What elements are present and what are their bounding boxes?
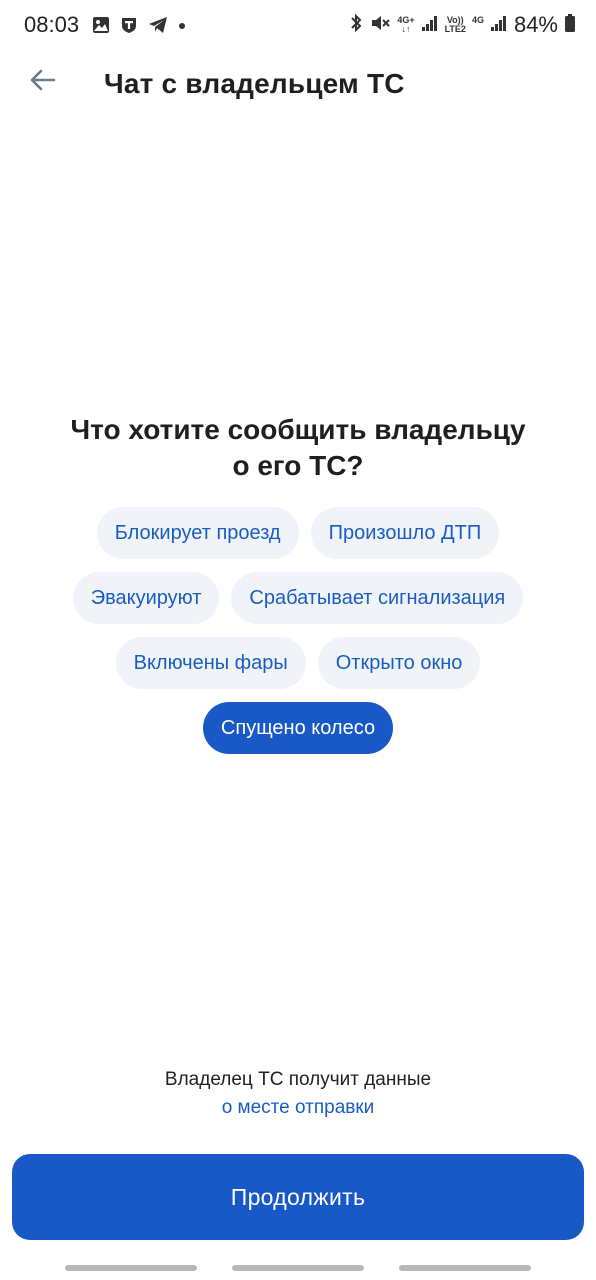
mute-icon	[369, 13, 391, 38]
status-time: 08:03	[24, 12, 80, 37]
chip-row: Включены фары Открыто окно	[115, 637, 481, 689]
system-nav-bar	[0, 1262, 596, 1274]
network-volte-label: Vo)) LTE2	[445, 16, 466, 34]
volte-bottom-text: LTE2	[444, 24, 466, 34]
location-info-link[interactable]: о месте отправки	[0, 1094, 596, 1122]
chip-window-open[interactable]: Открыто окно	[317, 637, 481, 689]
owner-note: Владелец ТС получит данные	[164, 1069, 432, 1090]
chip-flat-tire[interactable]: Спущено колесо	[202, 702, 394, 754]
back-button[interactable]	[22, 62, 62, 102]
status-notification-icons	[92, 16, 186, 39]
question-line-2: о его ТС?	[232, 450, 364, 481]
chip-headlights-on[interactable]: Включены фары	[115, 637, 306, 689]
battery-percent: 84%	[513, 12, 558, 37]
page-title: Чат с владельцем ТС	[104, 68, 405, 99]
network-4g-label: 4G	[472, 16, 484, 34]
bluetooth-icon	[349, 13, 363, 38]
net-4g-text: 4G	[471, 15, 484, 25]
chip-row: Эвакуируют Срабатывает сигнализация	[72, 572, 524, 624]
status-bar: 08:03 4G+ ↓↑ Vo)) LTE2 4G 84%	[0, 0, 596, 56]
question-heading: Что хотите сообщить владельцу о его ТС?	[40, 412, 556, 484]
continue-button[interactable]: Продолжить	[12, 1154, 584, 1240]
nav-home-button[interactable]	[232, 1265, 364, 1271]
chip-alarm[interactable]: Срабатывает сигнализация	[231, 572, 524, 624]
dot-icon	[178, 16, 186, 39]
status-system-icons: 4G+ ↓↑ Vo)) LTE2 4G 84%	[349, 12, 576, 38]
chip-accident[interactable]: Произошло ДТП	[310, 507, 500, 559]
chip-blocks-passage[interactable]: Блокирует проезд	[96, 507, 299, 559]
signal-icon	[421, 14, 439, 37]
chip-towing[interactable]: Эвакуируют	[72, 572, 220, 624]
network-4g-plus-label: 4G+ ↓↑	[397, 15, 415, 34]
app-bar: Чат с владельцем ТС	[0, 56, 596, 112]
t-app-icon	[120, 16, 138, 39]
reason-chips: Блокирует проезд Произошло ДТП Эвакуирую…	[40, 507, 556, 754]
chip-row: Спущено колесо	[202, 702, 394, 754]
chip-row: Блокирует проезд Произошло ДТП	[96, 507, 500, 559]
nav-back-button[interactable]	[399, 1265, 531, 1271]
telegram-icon	[148, 16, 168, 39]
question-line-1: Что хотите сообщить владельцу	[70, 414, 526, 445]
arrow-back-icon	[28, 68, 56, 97]
signal-icon	[490, 14, 508, 37]
nav-recent-button[interactable]	[65, 1265, 197, 1271]
gallery-icon	[92, 16, 110, 39]
battery-icon	[564, 13, 576, 38]
net-top-text: 4G+	[397, 15, 415, 25]
